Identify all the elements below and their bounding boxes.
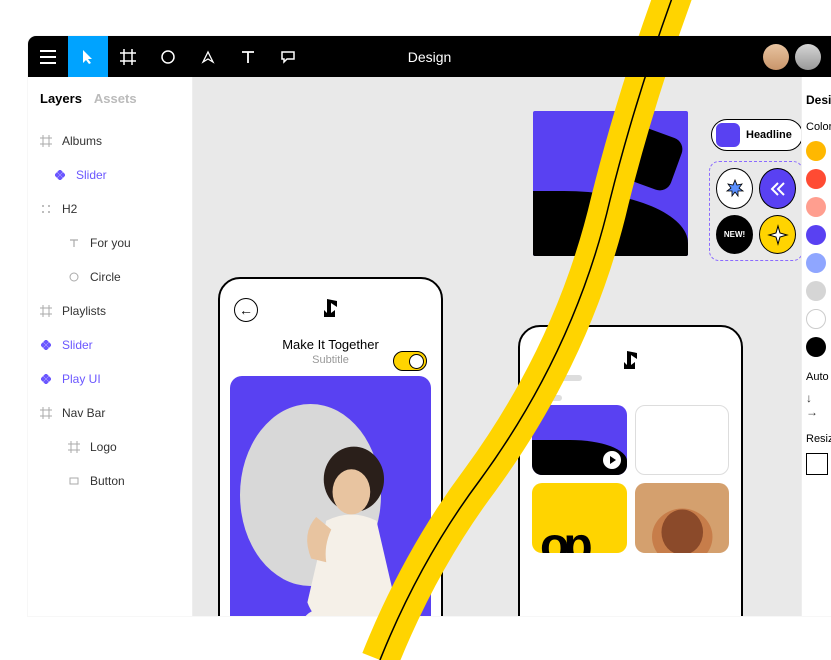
album-card-empty[interactable] [635,405,730,475]
layer-label: Button [90,474,125,488]
auto-label: Auto [806,371,827,383]
layer-row[interactable]: Nav Bar [28,396,192,430]
album-card[interactable] [532,405,627,475]
layer-row[interactable]: H2 [28,192,192,226]
album-card[interactable] [635,483,730,553]
colors-label: Colors [806,121,827,133]
rect-icon [68,475,80,487]
layer-label: For you [90,236,131,250]
layer-label: Logo [90,440,117,454]
toggle-switch[interactable] [393,351,427,371]
component-icon [40,373,52,385]
layer-row[interactable]: Albums [28,124,192,158]
component-icon [54,169,66,181]
top-toolbar: Design [28,36,831,77]
right-panel: Design Colors Auto ↓ → Resize [801,77,831,616]
resize-label: Resize [806,433,827,445]
layer-label: H2 [62,202,77,216]
text-tool[interactable] [228,36,268,77]
headline-thumb-icon [716,123,740,147]
left-sidebar: Layers Assets Albums Slider H2 For you Circl… [28,77,193,616]
back-button[interactable]: ← [234,298,258,322]
user-avatar-2[interactable] [795,44,821,70]
color-swatch[interactable] [806,281,826,301]
layer-label: Nav Bar [62,406,105,420]
layer-label: Slider [62,338,93,352]
color-swatch[interactable] [806,253,826,273]
frame-icon [40,305,52,317]
album-card[interactable]: op [532,483,627,553]
ellipse-tool[interactable] [148,36,188,77]
canvas[interactable]: Headline NEW! ← Make It Together Subtitl… [193,77,801,616]
new-label: NEW! [724,230,745,239]
tab-assets[interactable]: Assets [94,91,137,106]
app-window: Design Layers Assets Albums Slider H2 For y… [28,36,831,616]
layer-row[interactable]: Button [28,464,192,498]
menu-button[interactable] [28,36,68,77]
sticker-burst-icon[interactable] [716,168,753,209]
frame-icon [40,407,52,419]
hero-image[interactable] [230,376,431,616]
layer-label: Albums [62,134,102,148]
sticker-group[interactable]: NEW! [709,161,801,261]
layer-label: Play UI [62,372,101,386]
frame-icon [68,441,80,453]
layer-label: Slider [76,168,107,182]
play-icon[interactable] [603,451,621,469]
pen-tool[interactable] [188,36,228,77]
sticker-sparkle-icon[interactable] [759,215,796,254]
artboard-1[interactable]: ← Make It Together Subtitle [218,277,443,616]
layer-row[interactable]: Circle [28,260,192,294]
layer-row[interactable]: Play UI [28,362,192,396]
tab-layers[interactable]: Layers [40,91,82,106]
layer-row[interactable]: For you [28,226,192,260]
back-button[interactable]: ← [534,350,558,374]
user-avatar-1[interactable] [763,44,789,70]
select-tool[interactable] [68,36,108,77]
color-swatch[interactable] [806,141,826,161]
sticker-new-badge[interactable]: NEW! [716,215,753,254]
layer-row[interactable]: Slider [28,328,192,362]
person-illustration [276,433,427,616]
layer-row[interactable]: Playlists [28,294,192,328]
track-title: Make It Together [220,337,441,352]
color-swatch[interactable] [806,197,826,217]
layer-row[interactable]: Logo [28,430,192,464]
color-swatch[interactable] [806,337,826,357]
app-logo-icon [321,297,341,323]
layer-label: Playlists [62,304,106,318]
circle-icon [68,271,80,283]
layer-label: Circle [90,270,121,284]
sticker-rewind-icon[interactable] [759,168,796,209]
frame-tool[interactable] [108,36,148,77]
artboard-2[interactable]: ← op [518,325,743,616]
dots-icon [40,203,52,215]
component-icon [40,339,52,351]
color-swatch[interactable] [806,309,826,329]
color-swatch[interactable] [806,225,826,245]
auto-layout-controls[interactable]: ↓ → [806,391,827,419]
comment-tool[interactable] [268,36,308,77]
color-swatch[interactable] [806,169,826,189]
headline-component[interactable]: Headline [711,119,801,151]
panel-title: Design [806,93,827,107]
layer-row[interactable]: Slider [28,158,192,192]
headline-label: Headline [746,129,792,141]
document-title[interactable]: Design [408,49,452,65]
app-logo-icon [621,349,641,375]
resize-control[interactable] [806,453,828,475]
text-icon [68,237,80,249]
frame-icon [40,135,52,147]
floating-image[interactable] [533,111,688,256]
